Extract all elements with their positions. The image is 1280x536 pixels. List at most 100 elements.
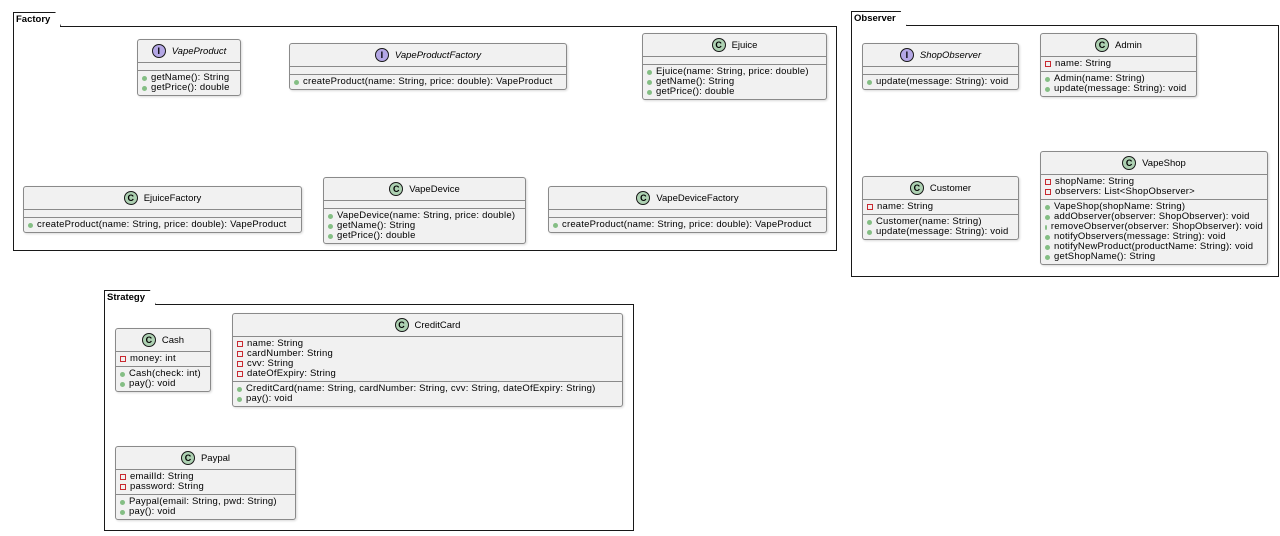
method: getPrice(): double — [328, 231, 521, 241]
method-text: CreditCard(name: String, cardNumber: Str… — [246, 383, 596, 394]
class-icon: C — [389, 182, 404, 196]
class-icon: C — [123, 191, 138, 205]
class-name: VapeDeviceFactory — [656, 192, 739, 204]
field-text: name: String — [1055, 58, 1112, 69]
class-header: C Customer — [863, 177, 1018, 200]
class-icon: C — [1122, 156, 1137, 170]
method: pay(): void — [120, 507, 291, 517]
methods-section: VapeDevice(name: String, price: double) g… — [324, 208, 525, 243]
method-text: createProduct(name: String, price: doubl… — [562, 219, 812, 230]
class-name: VapeShop — [1142, 157, 1186, 169]
class-header: C EjuiceFactory — [24, 187, 301, 210]
fields-section: name: String cardNumber: String cvv: Strin… — [233, 337, 622, 381]
private-icon — [120, 474, 126, 480]
method: pay(): void — [237, 394, 618, 404]
methods-section: getName(): String getPrice(): double — [138, 70, 240, 95]
class-icon: C — [394, 318, 409, 332]
class-header: C Cash — [116, 329, 210, 352]
class-name: Paypal — [200, 452, 231, 464]
fields-section — [290, 67, 566, 74]
fields-section — [549, 210, 826, 217]
private-icon — [237, 341, 243, 347]
class-name: Customer — [929, 182, 972, 194]
class-name: Cash — [161, 334, 185, 346]
interface-icon: I — [899, 48, 914, 62]
public-icon — [867, 79, 872, 85]
private-icon — [120, 356, 126, 362]
class-name: Admin — [1115, 39, 1142, 51]
class-name: VapeProductFactory — [394, 49, 482, 61]
methods-section: createProduct(name: String, price: doubl… — [549, 217, 826, 232]
field-text: dateOfExpiry: String — [247, 368, 337, 379]
method-text: createProduct(name: String, price: doubl… — [37, 219, 287, 230]
class-ejuicefactory: C EjuiceFactory createProduct(name: String… — [23, 186, 302, 233]
field: dateOfExpiry: String — [237, 369, 618, 379]
methods-section: createProduct(name: String, price: doubl… — [290, 74, 566, 89]
private-icon — [1045, 179, 1051, 185]
class-header: C VapeShop — [1041, 152, 1267, 175]
fields-section: emailId: String password: String — [116, 470, 295, 494]
field: observers: List<ShopObserver> — [1045, 187, 1263, 197]
class-name: CreditCard — [414, 319, 461, 331]
field-text: password: String — [130, 481, 204, 492]
fields-section: name: String — [1041, 57, 1196, 71]
field: password: String — [120, 482, 291, 492]
private-icon — [867, 204, 873, 210]
class-name: ShopObserver — [919, 49, 982, 61]
field: name: String — [1045, 59, 1192, 69]
class-creditcard: C CreditCard name: String cardNumber: Strin… — [232, 313, 623, 407]
method-text: pay(): void — [129, 506, 176, 517]
public-icon — [1045, 254, 1050, 260]
interface-icon: I — [374, 48, 389, 62]
private-icon — [237, 371, 243, 377]
fields-section — [24, 210, 301, 217]
method-text: update(message: String): void — [1054, 83, 1187, 94]
class-name: EjuiceFactory — [143, 192, 202, 204]
public-icon — [120, 499, 125, 505]
package-label: Observer — [851, 11, 907, 26]
field-text: name: String — [877, 201, 934, 212]
method: createProduct(name: String, price: doubl… — [294, 77, 562, 87]
method: update(message: String): void — [867, 227, 1014, 237]
class-vapedevice: C VapeDevice VapeDevice(name: String, pric… — [323, 177, 526, 244]
methods-section: CreditCard(name: String, cardNumber: Str… — [233, 381, 622, 406]
class-header: C Admin — [1041, 34, 1196, 57]
class-cash: C Cash money: int Cash(check: int) pay(): vo… — [115, 328, 211, 392]
class-icon: C — [636, 191, 651, 205]
class-ejuice: C Ejuice Ejuice(name: String, price: doubl… — [642, 33, 827, 100]
class-vapedevicefactory: C VapeDeviceFactory createProduct(name: St… — [548, 186, 827, 233]
class-name: VapeProduct — [171, 45, 227, 57]
method: getShopName(): String — [1045, 252, 1263, 262]
method: update(message: String): void — [1045, 84, 1192, 94]
public-icon — [237, 386, 242, 392]
class-icon: C — [180, 451, 195, 465]
interface-vapeproductfactory: I VapeProductFactory createProduct(name: S… — [289, 43, 567, 90]
class-icon: C — [1095, 38, 1110, 52]
class-name: VapeDevice — [409, 183, 460, 195]
fields-section — [324, 201, 525, 208]
private-icon — [120, 484, 126, 490]
public-icon — [328, 223, 333, 229]
public-icon — [1045, 86, 1050, 92]
private-icon — [237, 351, 243, 357]
fields-section: name: String — [863, 200, 1018, 214]
methods-section: update(message: String): void — [863, 74, 1018, 89]
private-icon — [1045, 189, 1051, 195]
class-header: C VapeDevice — [324, 178, 525, 201]
class-header: I VapeProduct — [138, 40, 240, 63]
class-customer: C Customer name: String Customer(name: Stri… — [862, 176, 1019, 240]
fields-section — [138, 63, 240, 70]
methods-section: Paypal(email: String, pwd: String) pay():… — [116, 494, 295, 519]
public-icon — [1045, 76, 1050, 82]
public-icon — [120, 381, 125, 387]
public-icon — [142, 85, 147, 91]
public-icon — [1045, 234, 1050, 240]
method: getPrice(): double — [647, 87, 822, 97]
field-text: observers: List<ShopObserver> — [1055, 186, 1195, 197]
method-text: pay(): void — [129, 378, 176, 389]
method-text: update(message: String): void — [876, 76, 1009, 87]
field: cardNumber: String — [237, 349, 618, 359]
methods-section: VapeShop(shopName: String) addObserver(ob… — [1041, 199, 1267, 264]
public-icon — [867, 219, 872, 225]
class-header: C Ejuice — [643, 34, 826, 57]
